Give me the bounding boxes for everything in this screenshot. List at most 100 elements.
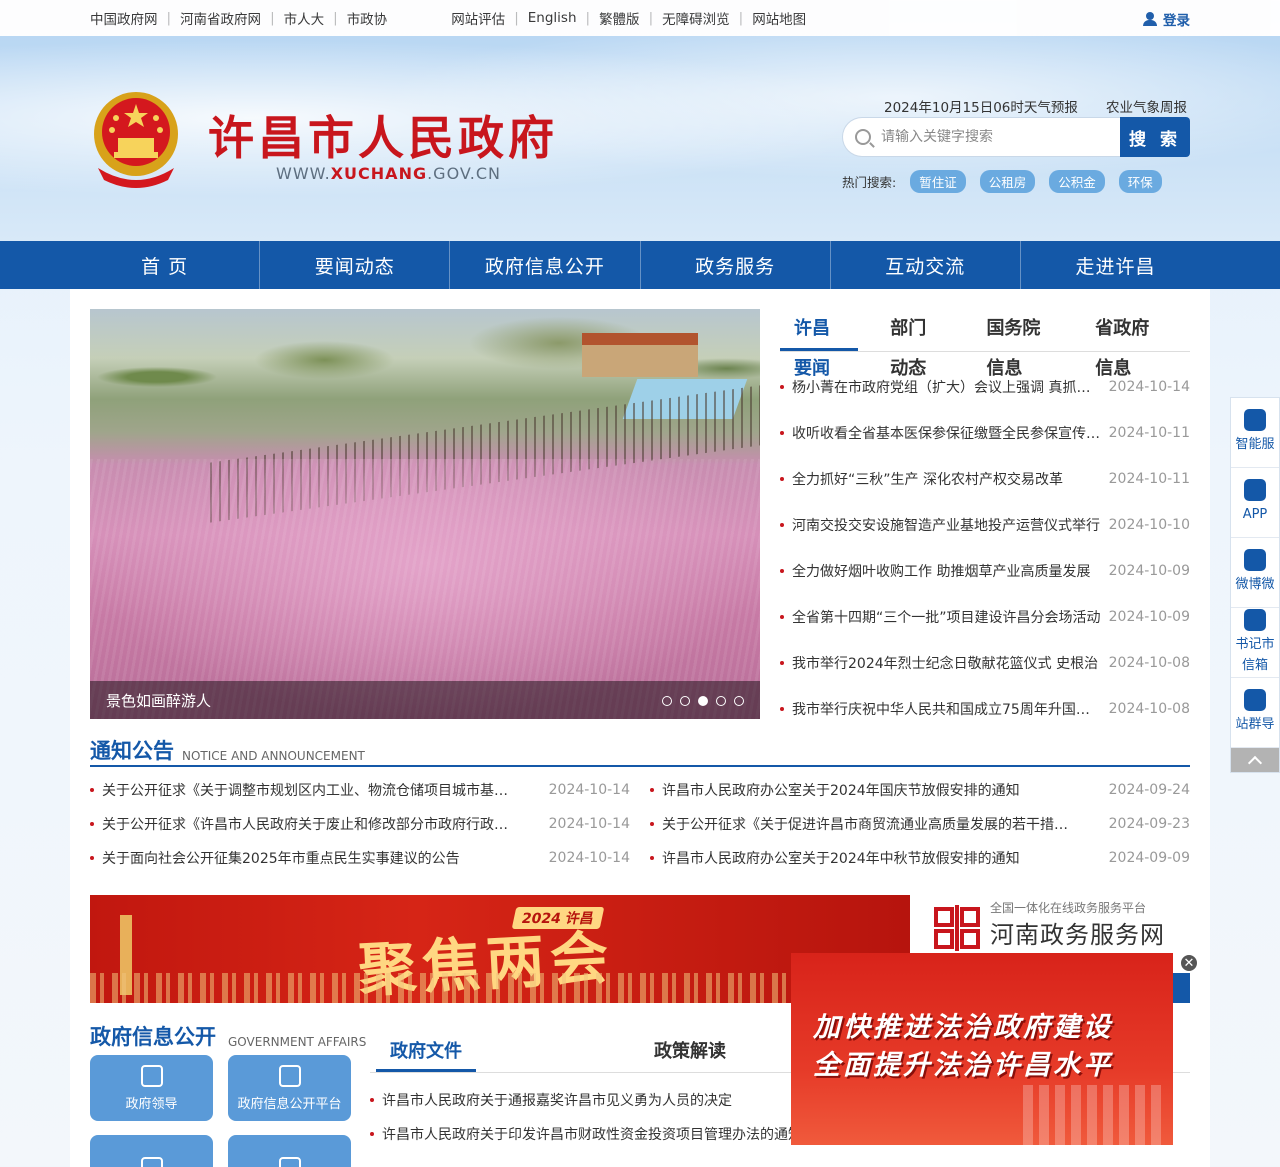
news-item[interactable]: 河南交投交安设施智造产业基地投产运营仪式举行 2024-10-10 — [780, 502, 1190, 548]
news-item[interactable]: 全省第十四期“三个一批”项目建设许昌分会场活动 2024-10-09 — [780, 594, 1190, 640]
tile-gov-leaders[interactable]: 政府领导 — [90, 1055, 213, 1121]
tile-extra-2[interactable] — [228, 1135, 351, 1167]
nav-item[interactable]: 互动交流 — [831, 241, 1021, 289]
slider-dot[interactable] — [716, 696, 726, 706]
notice-title[interactable]: 关于公开征求《许昌市人民政府关于废止和修改部分市政府行政规范性文件的决定》意见 — [102, 814, 519, 834]
site-header: 许昌市人民政府 WWW.XUCHANG.GOV.CN 2024年10月15日06… — [0, 36, 1280, 241]
gov-info-subtitle: GOVERNMENT AFFAIRS — [228, 1035, 367, 1049]
separator: | — [333, 10, 338, 26]
floating-ad[interactable]: 加快推进法治政府建设 全面提升法治许昌水平 — [791, 953, 1173, 1145]
bullet-icon — [650, 856, 654, 860]
notice-item[interactable]: 许昌市人民政府办公室关于2024年国庆节放假安排的通知 2024-09-24 — [650, 773, 1190, 807]
pink-grass-graphic — [90, 459, 760, 719]
news-title[interactable]: 全省第十四期“三个一批”项目建设许昌分会场活动 — [792, 607, 1103, 627]
news-item[interactable]: 我市举行庆祝中华人民共和国成立75周年升国旗仪式 2024-10-08 — [780, 686, 1190, 732]
side-item[interactable]: APP — [1231, 468, 1279, 538]
bullet-icon — [780, 569, 784, 573]
news-item[interactable]: 全力抓好“三秋”生产 深化农村产权交易改革 2024-10-11 — [780, 456, 1190, 502]
leader-icon — [140, 1064, 163, 1087]
hot-search-tag[interactable]: 公租房 — [979, 170, 1036, 193]
site-url: WWW.XUCHANG.GOV.CN — [276, 164, 501, 183]
notice-date: 2024-10-14 — [548, 816, 630, 832]
weather-link[interactable]: 2024年10月15日06时天气预报 — [884, 96, 1078, 116]
news-tab[interactable]: 国务院信息 — [972, 309, 1063, 379]
news-title[interactable]: 全力抓好“三秋”生产 深化农村产权交易改革 — [792, 469, 1103, 489]
tile-info-platform[interactable]: 政府信息公开平台 — [228, 1055, 351, 1121]
nav-item[interactable]: 政府信息公开 — [450, 241, 641, 289]
news-tab[interactable]: 省政府信息 — [1081, 309, 1172, 379]
login-link[interactable]: 登录 — [1143, 9, 1190, 29]
slider-dot[interactable] — [662, 696, 672, 706]
hot-search-tag[interactable]: 环保 — [1118, 170, 1162, 193]
news-item[interactable]: 我市举行2024年烈士纪念日敬献花篮仪式 史根治 2024-10-08 — [780, 640, 1190, 686]
news-date: 2024-10-09 — [1108, 609, 1190, 625]
top-link-left[interactable]: 市政协 — [347, 8, 388, 28]
side-item-icon — [1244, 608, 1266, 631]
side-item[interactable]: 书记市信箱 — [1231, 608, 1279, 678]
slider-dot[interactable] — [680, 696, 690, 706]
ad-close-button[interactable]: ✕ — [1179, 953, 1199, 973]
gov-doc-title[interactable]: 许昌市人民政府关于印发许昌市财政性资金投资项目管理办法的通知 — [382, 1124, 802, 1144]
news-item[interactable]: 收听收看全省基本医保参保征缴暨全民参保宣传活动 2024-10-11 — [780, 410, 1190, 456]
top-link-right[interactable]: 无障碍浏览 — [662, 8, 730, 28]
notice-item[interactable]: 关于公开征求《关于促进许昌市商贸流通业高质量发展的若干措施》意见 2024-09-… — [650, 807, 1190, 841]
notice-title[interactable]: 关于公开征求《关于调整市规划区内工业、物流仓储项目城市基础设施配套费的通知》意见 — [102, 780, 519, 800]
notice-item[interactable]: 关于公开征求《关于调整市规划区内工业、物流仓储项目城市基础设施配套费的通知》意见… — [90, 773, 630, 807]
bullet-icon — [780, 523, 784, 527]
hot-search-tag[interactable]: 暂住证 — [910, 170, 966, 193]
agri-weather-link[interactable]: 农业气象周报 — [1106, 96, 1187, 116]
document-icon — [278, 1064, 301, 1087]
notice-title[interactable]: 许昌市人民政府办公室关于2024年中秋节放假安排的通知 — [662, 848, 1079, 868]
news-title[interactable]: 杨小菁在市政府党组（扩大）会议上强调 真抓实干 — [792, 377, 1103, 397]
top-link-right[interactable]: 网站评估 — [451, 8, 505, 28]
bullet-icon — [650, 788, 654, 792]
side-item[interactable]: 站群导 — [1231, 678, 1279, 748]
hot-search-tag[interactable]: 公积金 — [1049, 170, 1105, 193]
top-link-left[interactable]: 中国政府网 — [90, 8, 158, 28]
slider-dot[interactable] — [698, 696, 708, 706]
bullet-icon — [780, 385, 784, 389]
tile-extra-1[interactable] — [90, 1135, 213, 1167]
notice-item[interactable]: 许昌市人民政府办公室关于2024年中秋节放假安排的通知 2024-09-09 — [650, 841, 1190, 875]
notice-title[interactable]: 许昌市人民政府办公室关于2024年国庆节放假安排的通知 — [662, 780, 1079, 800]
two-sessions-banner[interactable]: 2024 许昌 聚焦两会 — [90, 895, 910, 1003]
news-title[interactable]: 我市举行2024年烈士纪念日敬献花篮仪式 史根治 — [792, 653, 1103, 673]
tab-gov-documents[interactable]: 政府文件 — [376, 1033, 476, 1072]
notice-section: 通知公告 NOTICE AND ANNOUNCEMENT 关于公开征求《关于调整… — [90, 737, 1190, 875]
nav-item[interactable]: 首 页 — [70, 241, 261, 289]
bullet-icon — [780, 431, 784, 435]
search-button[interactable]: 搜 索 — [1120, 117, 1190, 157]
top-link-right[interactable]: 繁體版 — [599, 8, 640, 28]
news-title[interactable]: 收听收看全省基本医保参保征缴暨全民参保宣传活动 — [792, 423, 1103, 443]
tab-policy-interpretation[interactable]: 政策解读 — [640, 1033, 740, 1072]
nav-item[interactable]: 走进许昌 — [1021, 241, 1210, 289]
notice-item[interactable]: 关于公开征求《许昌市人民政府关于废止和修改部分市政府行政规范性文件的决定》意见 2… — [90, 807, 630, 841]
news-item[interactable]: 全力做好烟叶收购工作 助推烟草产业高质量发展 2024-10-09 — [780, 548, 1190, 594]
gov-doc-title[interactable]: 许昌市人民政府关于通报嘉奖许昌市见义勇为人员的决定 — [382, 1090, 732, 1110]
top-link-right[interactable]: English — [528, 10, 577, 26]
nav-item[interactable]: 要闻动态 — [260, 241, 451, 289]
top-link-right[interactable]: 网站地图 — [752, 8, 806, 28]
slider-dot[interactable] — [734, 696, 744, 706]
side-item[interactable]: 微博微 — [1231, 538, 1279, 608]
notice-title[interactable]: 关于面向社会公开征集2025年市重点民生实事建议的公告 — [102, 848, 519, 868]
slider-dots — [662, 696, 744, 706]
separator: | — [270, 10, 275, 26]
news-title[interactable]: 全力做好烟叶收购工作 助推烟草产业高质量发展 — [792, 561, 1103, 581]
notice-title[interactable]: 关于公开征求《关于促进许昌市商贸流通业高质量发展的若干措施》意见 — [662, 814, 1079, 834]
send-icon — [140, 1157, 163, 1167]
top-link-left[interactable]: 市人大 — [284, 8, 325, 28]
notice-date: 2024-09-23 — [1108, 816, 1190, 832]
top-link-left[interactable]: 河南省政府网 — [180, 8, 261, 28]
news-tab[interactable]: 许昌要闻 — [780, 309, 859, 379]
back-to-top-button[interactable] — [1231, 748, 1279, 772]
notice-item[interactable]: 关于面向社会公开征集2025年市重点民生实事建议的公告 2024-10-14 — [90, 841, 630, 875]
photo-slider[interactable]: 景色如画醉游人 — [90, 309, 760, 719]
news-title[interactable]: 河南交投交安设施智造产业基地投产运营仪式举行 — [792, 515, 1103, 535]
nav-item[interactable]: 政务服务 — [641, 241, 831, 289]
news-title[interactable]: 我市举行庆祝中华人民共和国成立75周年升国旗仪式 — [792, 699, 1103, 719]
search-input[interactable] — [881, 129, 1101, 145]
news-tab[interactable]: 部门动态 — [876, 309, 954, 379]
side-item[interactable]: 智能服 — [1231, 398, 1279, 468]
login-label: 登录 — [1163, 13, 1190, 29]
